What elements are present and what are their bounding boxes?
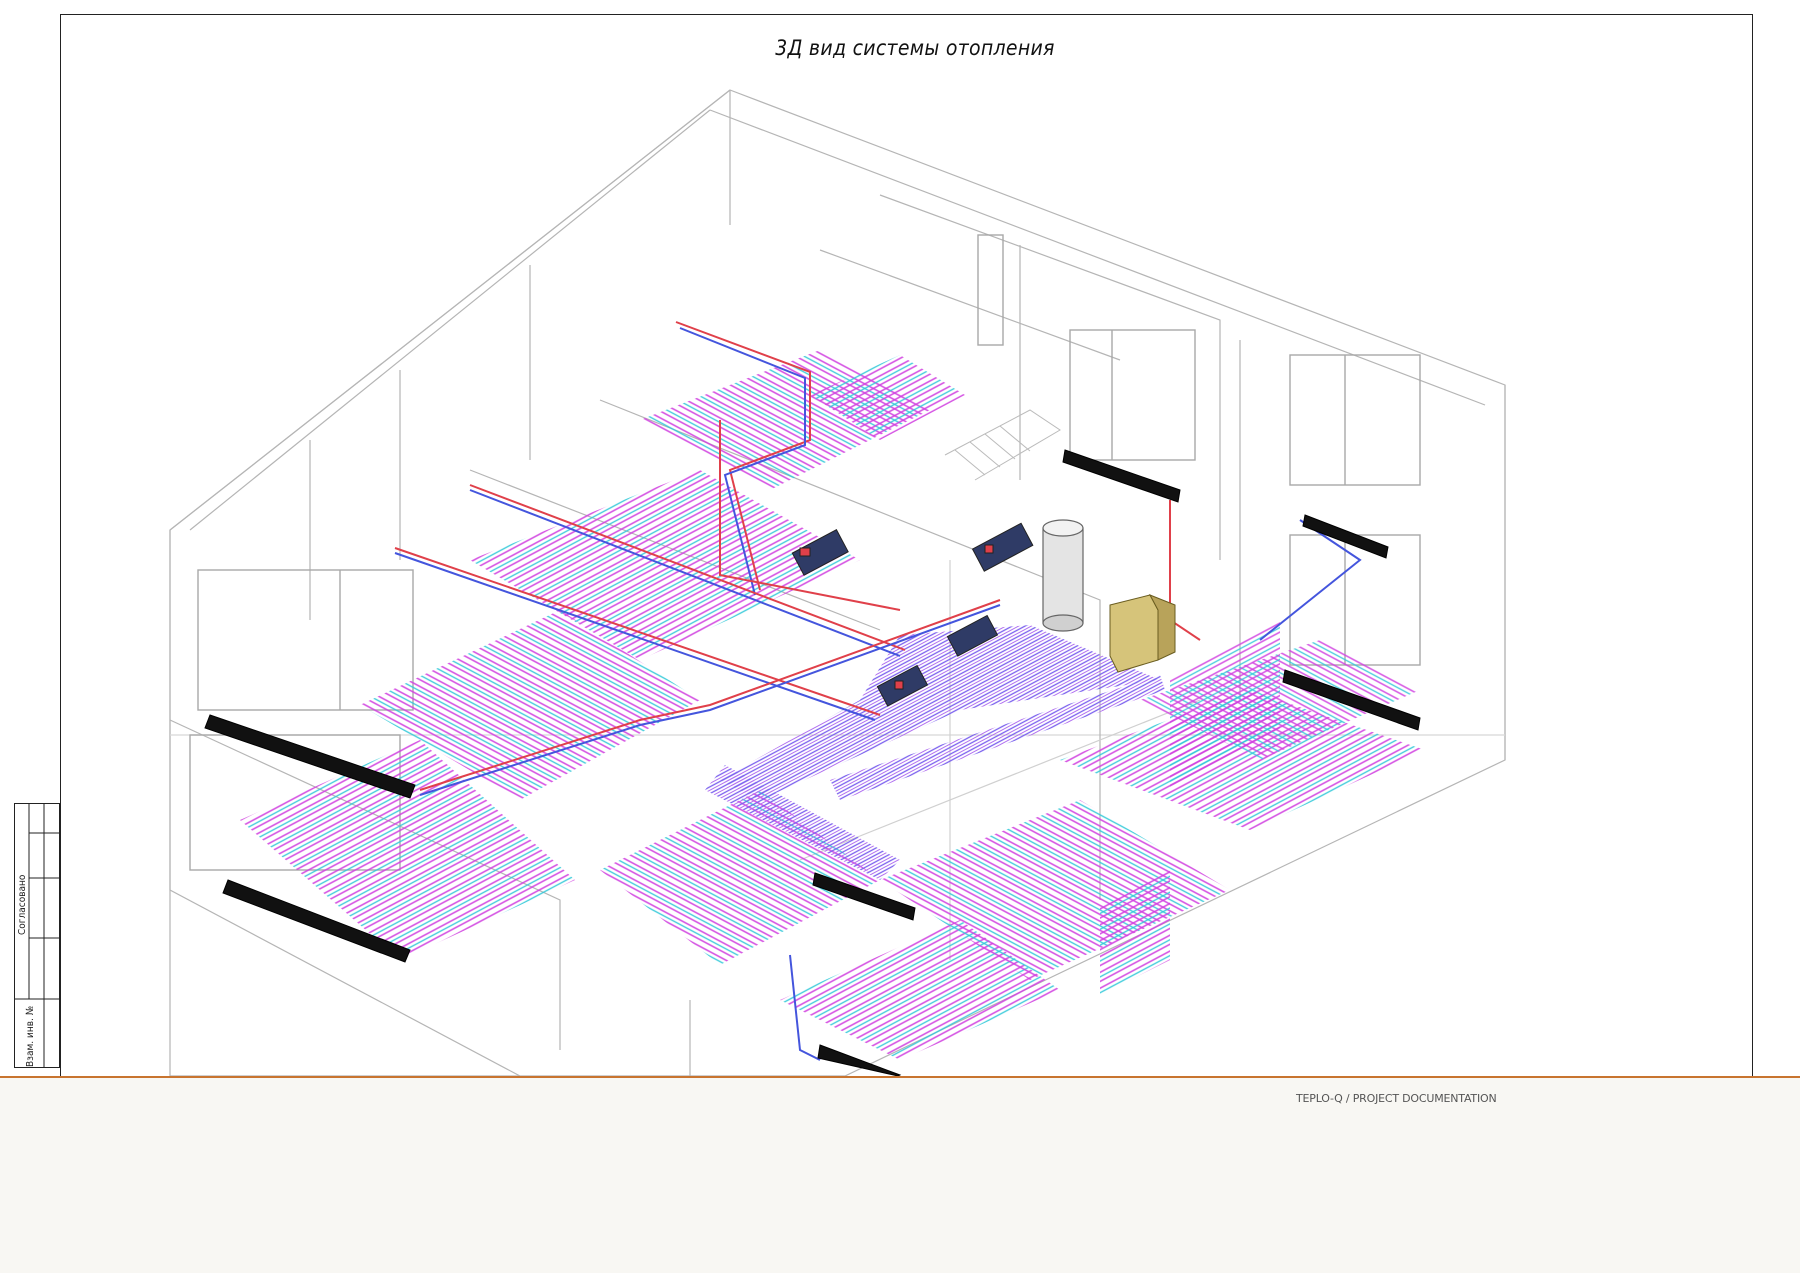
- footer: TEPLO-Q / PROJECT DOCUMENTATION: [0, 1078, 1800, 1273]
- drawing-sheet: 3Д вид системы отопления Согласовано Вза…: [0, 0, 1800, 1076]
- approval-stamp-block: [14, 803, 60, 1068]
- drawing-frame: [60, 14, 1753, 1076]
- approved-label: Согласовано: [17, 874, 28, 935]
- footer-text: TEPLO-Q / PROJECT DOCUMENTATION: [1296, 1092, 1497, 1105]
- inventory-number-label: Взам. инв. №: [25, 1005, 36, 1067]
